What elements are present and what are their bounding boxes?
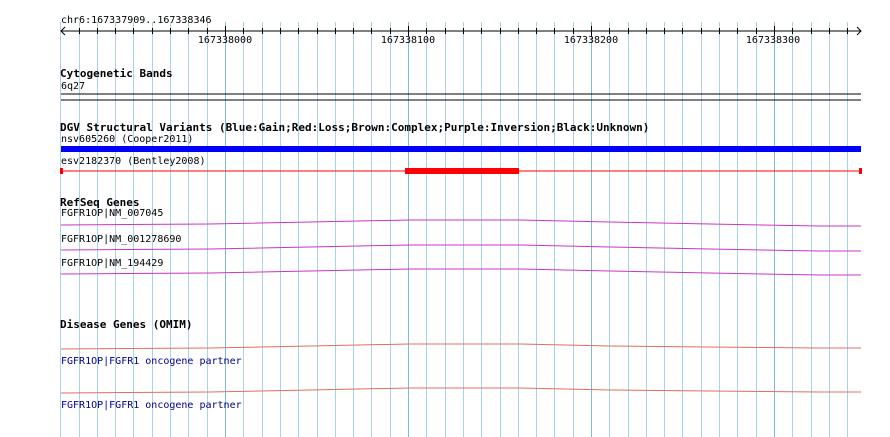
refseq-gene-models[interactable] <box>60 219 861 276</box>
ruler-tick-label: 167338200 <box>563 35 619 46</box>
dgv-loss-thick-segment[interactable] <box>405 168 519 174</box>
ruler <box>60 26 862 36</box>
omim-gene-link[interactable]: FGFR1OP|FGFR1 oncogene partner <box>61 400 242 412</box>
region-coordinates: chr6:167337909..167338346 <box>61 15 212 26</box>
omim-gene-models[interactable] <box>60 343 861 394</box>
dgv-loss-left-cap[interactable] <box>60 168 63 174</box>
refseq-gene-label[interactable]: FGFR1OP|NM_194429 <box>61 258 163 270</box>
omim-gene-link[interactable]: FGFR1OP|FGFR1 oncogene partner <box>61 356 242 368</box>
ruler-tick-label: 167338100 <box>380 35 436 46</box>
track-title-omim[interactable]: Disease Genes (OMIM) <box>60 318 192 331</box>
track-title-cytobands[interactable]: Cytogenetic Bands <box>60 67 173 80</box>
cytoband-label: 6q27 <box>61 81 86 92</box>
ruler-tick-label: 167338000 <box>197 35 253 46</box>
gridlines <box>60 22 848 437</box>
dgv-loss-right-cap[interactable] <box>859 168 862 174</box>
dgv-feature-loss[interactable] <box>60 168 862 174</box>
refseq-gene-label[interactable]: FGFR1OP|NM_007045 <box>61 208 163 220</box>
dgv-feature-bar-gain[interactable] <box>61 146 861 152</box>
ruler-tick-label: 167338300 <box>745 35 801 46</box>
refseq-gene-label[interactable]: FGFR1OP|NM_001278690 <box>61 234 181 246</box>
omim-gene-line-2[interactable] <box>60 387 861 394</box>
track-title-dgv[interactable]: DGV Structural Variants (Blue:Gain;Red:L… <box>60 121 649 134</box>
cytoband-ideogram <box>61 93 861 101</box>
omim-gene-line-1[interactable] <box>60 343 861 350</box>
dgv-feature-label[interactable]: nsv605260 (Cooper2011) <box>61 134 193 146</box>
dgv-feature-label[interactable]: esv2182370 (Bentley2008) <box>61 156 206 168</box>
refseq-gene-line-1[interactable] <box>60 219 861 227</box>
refseq-gene-line-3[interactable] <box>60 268 861 276</box>
